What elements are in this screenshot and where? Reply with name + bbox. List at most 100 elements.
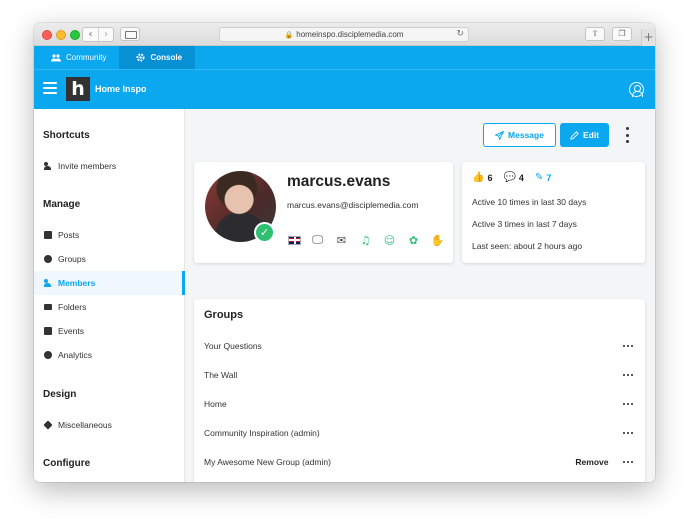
page-body: Shortcuts Invite members Manage Posts Gr… (34, 109, 655, 482)
comments-value: 4 (518, 172, 524, 183)
more-options-icon[interactable] (622, 344, 633, 348)
posts-value: 7 (546, 172, 552, 183)
sidebar-toggle-icon[interactable] (120, 27, 140, 41)
more-options-icon[interactable] (624, 127, 630, 143)
thumbs-up-icon: 👍 (472, 172, 485, 183)
list-item: Home (204, 394, 635, 414)
design-heading: Design (43, 389, 77, 400)
edit-button[interactable]: Edit (560, 123, 609, 147)
sidebar-item-posts[interactable]: Posts (34, 223, 185, 247)
minimize-window-button[interactable] (56, 30, 66, 40)
forward-icon[interactable]: › (98, 28, 113, 41)
list-item: Community Inspiration (admin) (204, 423, 635, 443)
sidebar-item-label: Groups (58, 254, 86, 264)
tab-console-label: Console (150, 53, 183, 62)
manage-heading: Manage (43, 199, 81, 210)
group-name: My Awesome New Group (admin) (204, 457, 331, 467)
user-account-icon[interactable] (629, 82, 644, 97)
posts-count[interactable]: ✎ 7 (535, 172, 551, 183)
sidebar-item-label: Miscellaneous (58, 420, 112, 430)
edit-post-icon (44, 231, 52, 239)
group-name: Community Inspiration (admin) (204, 428, 320, 438)
lock-icon: 🔒 (284, 32, 294, 39)
url-text: homeinspo.disciplemedia.com (296, 30, 404, 39)
tabs-overview-icon[interactable]: ❐ (612, 27, 632, 41)
close-window-button[interactable] (42, 30, 52, 40)
award-icon: ✿ (408, 233, 419, 247)
message-button-label: Message (508, 130, 544, 140)
likes-value: 6 (487, 172, 493, 183)
group-name: The Wall (204, 370, 238, 380)
message-button[interactable]: Message (483, 123, 556, 147)
community-icon (51, 53, 61, 61)
email-icon: ✉ (336, 233, 347, 247)
browser-toolbar: ‹ › 🔒 homeinspo.disciplemedia.com ↻ ⇧ ❐ + (34, 23, 655, 46)
pencil-icon (570, 130, 579, 140)
uk-flag-icon (288, 235, 301, 245)
more-options-icon[interactable] (622, 402, 633, 406)
folder-icon (44, 304, 52, 310)
share-icon[interactable]: ⇧ (585, 27, 605, 41)
dashboard-icon (44, 351, 52, 359)
calendar-icon (44, 327, 52, 335)
reload-icon[interactable]: ↻ (456, 28, 464, 41)
sidebar-item-members[interactable]: Members (34, 271, 185, 295)
sidebar-item-groups[interactable]: Groups (34, 247, 185, 271)
comment-icon: 💬 (503, 172, 516, 183)
browser-window: ‹ › 🔒 homeinspo.disciplemedia.com ↻ ⇧ ❐ +… (34, 23, 655, 482)
list-item: My Awesome New Group (admin) Remove (204, 452, 635, 472)
back-icon[interactable]: ‹ (83, 28, 98, 41)
sidebar-item-label: Invite members (58, 161, 117, 171)
groups-icon (44, 255, 52, 263)
active-30-days: Active 10 times in last 30 days (472, 197, 587, 207)
sidebar-item-miscellaneous[interactable]: Miscellaneous (34, 413, 185, 437)
tab-console[interactable]: Console (119, 46, 196, 69)
more-options-icon[interactable] (622, 431, 633, 435)
sidebar-item-analytics[interactable]: Analytics (34, 343, 185, 367)
likes-count: 👍 6 (472, 172, 492, 183)
more-options-icon[interactable] (622, 373, 633, 377)
add-user-icon (44, 162, 52, 170)
community-logo[interactable]: h (66, 77, 90, 101)
edit-button-label: Edit (582, 130, 600, 140)
member-email: marcus.evans@disciplemedia.com (287, 200, 419, 210)
list-item: Your Questions (204, 336, 635, 356)
sidebar-item-label: Analytics (58, 350, 93, 360)
zoom-window-button[interactable] (70, 30, 80, 40)
more-options-icon[interactable] (622, 460, 633, 464)
address-bar[interactable]: 🔒 homeinspo.disciplemedia.com ↻ (219, 27, 469, 42)
sidebar-item-label: Posts (58, 230, 80, 240)
sidebar-item-invite-members[interactable]: Invite members (34, 154, 185, 178)
desktop-icon: 🖵 (312, 233, 323, 246)
community-name[interactable]: Home Inspo (95, 84, 147, 94)
new-tab-button[interactable]: + (641, 29, 655, 46)
layers-icon (43, 420, 53, 430)
send-icon (495, 130, 505, 140)
member-username: marcus.evans (287, 173, 391, 190)
member-attributes: 🖵 ✉ ♫ ☺ ✿ ✋ (288, 233, 445, 247)
group-name: Home (204, 399, 227, 409)
app-header: h Home Inspo (34, 69, 655, 109)
configure-heading: Configure (43, 458, 91, 469)
groups-heading: Groups (204, 309, 244, 321)
profile-badge-icon: ☺ (383, 233, 396, 247)
sidebar-item-label: Events (58, 326, 84, 336)
group-name: Your Questions (204, 341, 262, 351)
members-icon (44, 279, 52, 287)
notifications-bell-icon: ♫ (360, 233, 371, 247)
app-tabs: Community Console (34, 46, 655, 69)
sidebar-item-label: Folders (58, 302, 87, 312)
verified-check-icon: ✓ (254, 222, 275, 243)
remove-group-button[interactable]: Remove (575, 457, 608, 467)
gear-icon (136, 53, 146, 62)
hand-icon: ✋ (430, 233, 445, 247)
history-nav: ‹ › (82, 27, 114, 42)
last-seen: Last seen: about 2 hours ago (472, 241, 583, 251)
activity-stats-card: 👍 6 💬 4 ✎ 7 Active 10 times in last 30 days… (462, 162, 645, 263)
sidebar-item-folders[interactable]: Folders (34, 295, 185, 319)
tab-community[interactable]: Community (34, 46, 119, 69)
sidebar-item-label: Members (58, 278, 96, 288)
menu-icon[interactable] (43, 82, 57, 94)
edit-icon: ✎ (534, 172, 544, 183)
sidebar-item-events[interactable]: Events (34, 319, 185, 343)
